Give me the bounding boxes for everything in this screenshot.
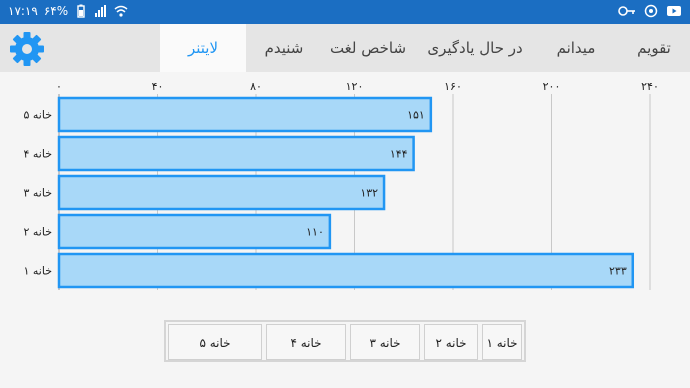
bar-value-label: ۱۴۴ [390,148,408,161]
legend-item-box-1[interactable]: خانه ۱ [482,324,522,360]
bar-value-label: ۱۱۰ [306,226,324,239]
leitner-chart: ۰ ۴۰ ۸۰ ۱۲۰ ۱۶۰ ۲۰۰ ۲۴۰ ۱۵۱ خانه ۵ ۱۴۴ خانه ۴ ۱۳۲ خا… [0,72,690,302]
status-battery: ۶۴% [43,4,69,18]
gear-icon[interactable] [8,30,46,68]
legend-item-box-3[interactable]: خانه ۳ [350,324,420,360]
bar [57,135,415,172]
tab-heard[interactable]: شنیدم [248,24,320,72]
tab-calendar[interactable]: تقویم [620,24,688,72]
bar [57,174,386,211]
bar-value-label: ۱۳۲ [360,187,378,200]
x-tick-label: ۱۶۰ [444,80,462,93]
chart-legend: خانه ۵ خانه ۴ خانه ۳ خانه ۲ خانه ۱ [164,320,526,362]
tab-known[interactable]: میدانم [538,24,614,72]
youtube-icon [667,6,681,16]
x-tick-label: ۱۲۰ [346,80,364,93]
y-category-label: خانه ۴ [23,148,52,161]
x-tick-label: ۰ [56,80,62,93]
key-icon [618,6,635,16]
x-tick-label: ۲۴۰ [641,80,659,93]
tab-leitner[interactable]: لایتنر [160,24,246,72]
legend-item-box-2[interactable]: خانه ۲ [424,324,478,360]
legend-item-box-5[interactable]: خانه ۵ [168,324,262,360]
wifi-icon [114,5,128,17]
legend-item-box-4[interactable]: خانه ۴ [266,324,346,360]
y-category-label: خانه ۲ [23,226,52,239]
signal-icon [95,5,107,17]
bar-chart: ۰ ۴۰ ۸۰ ۱۲۰ ۱۶۰ ۲۰۰ ۲۴۰ ۱۵۱ خانه ۵ ۱۴۴ خانه ۴ ۱۳۲ خا… [23,80,659,290]
y-category-label: خانه ۵ [23,109,52,122]
battery-icon [77,4,85,18]
sync-icon [644,4,658,18]
x-tick-label: ۸۰ [250,80,262,93]
y-category-label: خانه ۱ [23,265,52,278]
x-tick-label: ۲۰۰ [543,80,561,93]
tab-learning[interactable]: در حال یادگیری [418,24,532,72]
x-tick-label: ۴۰ [152,80,164,93]
tab-bar: تقویم میدانم در حال یادگیری شاخص لغت شنی… [0,24,690,72]
bar [57,213,332,250]
y-category-label: خانه ۳ [23,187,52,200]
tab-word-index[interactable]: شاخص لغت [322,24,414,72]
bar [57,96,433,133]
status-time: ۱۷:۱۹ [8,4,38,18]
bar [57,252,635,289]
bar-value-label: ۲۳۳ [609,265,627,278]
status-bar: ۱۷:۱۹ ۶۴% [0,0,690,24]
bar-value-label: ۱۵۱ [407,109,425,122]
